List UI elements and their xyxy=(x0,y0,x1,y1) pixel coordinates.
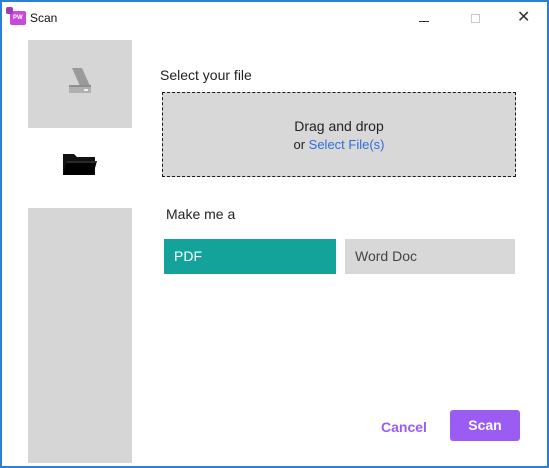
close-icon: ✕ xyxy=(517,9,531,26)
cancel-button[interactable]: Cancel xyxy=(376,412,432,442)
main-panel: Select your file Drag and drop or Select… xyxy=(132,36,547,466)
maximize-icon xyxy=(471,14,480,23)
make-me-label: Make me a xyxy=(166,206,236,222)
or-text: or xyxy=(293,137,306,152)
select-file-label: Select your file xyxy=(160,67,252,83)
file-dropzone[interactable]: Drag and drop or Select File(s) xyxy=(162,92,516,177)
option-pdf[interactable]: PDF xyxy=(164,239,336,274)
select-files-line: or Select File(s) xyxy=(163,137,515,152)
window-title: Scan xyxy=(30,11,58,25)
minimize-icon xyxy=(419,21,429,22)
scan-app-icon: PW xyxy=(6,7,26,25)
maximize-button[interactable] xyxy=(453,2,499,36)
option-word-doc[interactable]: Word Doc xyxy=(345,239,515,274)
scan-button[interactable]: Scan xyxy=(450,410,520,441)
sidebar-panel xyxy=(28,208,132,463)
folder-icon[interactable] xyxy=(62,151,98,177)
close-button[interactable]: ✕ xyxy=(502,2,548,36)
title-bar[interactable]: PW Scan ✕ xyxy=(2,2,547,36)
scan-window: PW Scan ✕ Select your file Drag and drop… xyxy=(0,0,549,468)
minimize-button[interactable] xyxy=(401,2,447,36)
drag-drop-text: Drag and drop xyxy=(294,118,384,134)
select-files-link[interactable]: Select File(s) xyxy=(309,137,385,152)
sidebar-item-scanner[interactable] xyxy=(28,40,132,128)
scanner-icon xyxy=(69,68,91,93)
sidebar xyxy=(2,36,132,466)
app-icon-label: PW xyxy=(13,15,23,21)
